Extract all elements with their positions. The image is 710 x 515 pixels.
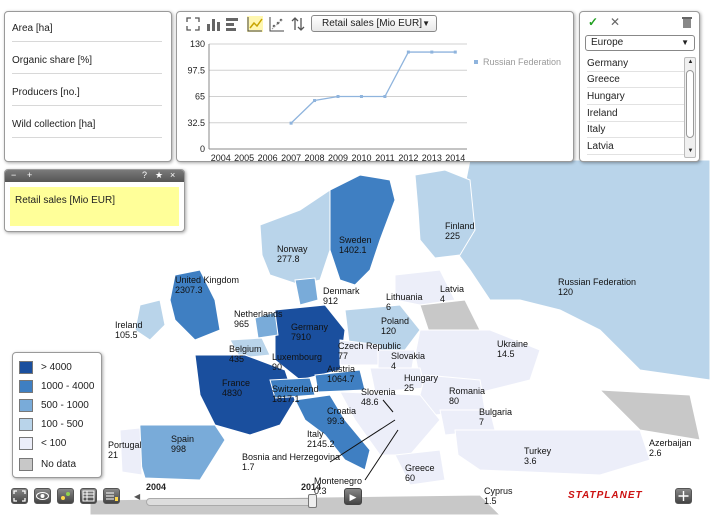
y-tick-label: 32.5 (187, 118, 205, 128)
chevron-down-icon: ▼ (681, 38, 689, 47)
y-tick-label: 130 (190, 39, 205, 49)
map-legend: > 4000 1000 - 4000 500 - 1000 100 - 500 … (12, 352, 102, 478)
region-finland[interactable] (414, 169, 476, 259)
data-point (430, 50, 434, 54)
legend-swatch (19, 437, 33, 450)
indicator-item-wild-collection[interactable]: Wild collection [ha] (12, 110, 162, 138)
help-button[interactable]: ? (142, 170, 147, 180)
legend-swatch (19, 418, 33, 431)
line-chart-icon[interactable] (247, 16, 263, 32)
step-back-button[interactable]: ◀ (134, 492, 144, 506)
x-tick-label: 2007 (281, 153, 301, 162)
region-germany[interactable] (274, 304, 346, 381)
indicator-item-producers[interactable]: Producers [no.] (12, 78, 162, 106)
x-tick-label: 2008 (305, 153, 325, 162)
indicator-dropdown[interactable]: Retail sales [Mio EUR] ▼ (311, 15, 437, 32)
legend-swatch (19, 399, 33, 412)
country-item-latvia[interactable]: Latvia (587, 139, 685, 155)
data-point (453, 50, 457, 54)
x-tick-label: 2005 (234, 153, 254, 162)
time-slider[interactable]: 2004 2014 ◀ ▶ (134, 482, 362, 508)
x-tick-label: 2014 (445, 153, 465, 162)
region-switzerland[interactable] (269, 377, 316, 399)
timeline-end-label: 2014 (301, 482, 322, 492)
data-point (359, 95, 363, 98)
trash-icon[interactable] (681, 16, 693, 32)
timeline-track[interactable] (146, 498, 316, 506)
country-item-italy[interactable]: Italy (587, 122, 685, 138)
minimize-button[interactable]: − (11, 170, 16, 180)
indicator-list-panel: Area [ha] Organic share [%] Producers [n… (4, 11, 172, 162)
country-item-ireland[interactable]: Ireland (587, 106, 685, 122)
scroll-up-icon[interactable]: ▲ (686, 58, 695, 67)
scatter-icon[interactable] (269, 16, 285, 32)
scroll-down-icon[interactable]: ▼ (686, 147, 695, 156)
chevron-down-icon: ▼ (422, 19, 430, 28)
series-line (290, 51, 456, 124)
region-hungary[interactable] (369, 367, 426, 393)
fullscreen-button[interactable] (11, 488, 28, 504)
check-icon[interactable]: ✓ (588, 15, 598, 29)
region-dropdown-value: Europe (591, 37, 624, 48)
region-czech-republic[interactable] (339, 339, 381, 366)
legend-swatch (19, 458, 33, 471)
region-dropdown[interactable]: Europe ▼ (585, 35, 695, 51)
scrollbar-thumb[interactable] (686, 70, 694, 138)
play-button[interactable]: ▶ (344, 488, 362, 505)
view-button[interactable] (34, 488, 51, 504)
line-chart: 032.56597.51302004 2005 2006 2007 2008 2009 20… (187, 39, 561, 162)
close-icon[interactable]: ✕ (610, 15, 620, 29)
sort-icon[interactable] (290, 16, 306, 32)
y-tick-label: 97.5 (187, 65, 205, 75)
country-item-hungary[interactable]: Hungary (587, 89, 685, 105)
indicator-item-area[interactable]: Area [ha] (12, 14, 162, 42)
data-point (313, 99, 317, 103)
selected-indicator-box: − + ? ★ × Retail sales [Mio EUR] (4, 169, 185, 232)
chart-panel: Retail sales [Mio EUR] ▼ 0 32.5 65 97.5 130 2… (176, 11, 574, 162)
country-list-scrollbar[interactable]: ▲ ▼ (684, 57, 696, 158)
region-slovakia[interactable] (377, 349, 416, 369)
legend-swatch (474, 60, 478, 64)
country-item-germany[interactable]: Germany (587, 56, 685, 72)
timeline-start-label: 2004 (146, 482, 167, 492)
zoom-icon[interactable] (185, 16, 201, 32)
table-button[interactable] (80, 488, 97, 504)
x-tick-label: 2006 (258, 153, 278, 162)
data-point (406, 50, 410, 54)
legend-swatch (19, 380, 33, 393)
close-button[interactable]: × (170, 170, 175, 180)
data-point (336, 95, 340, 98)
data-point (289, 121, 293, 125)
horizontal-bar-icon[interactable] (225, 16, 241, 32)
statplanet-logo: STATPLANET (568, 490, 643, 501)
x-tick-label: 2009 (328, 153, 348, 162)
settings-button[interactable] (57, 488, 74, 504)
data-point (383, 95, 387, 98)
country-item-greece[interactable]: Greece (587, 72, 685, 88)
region-turkey[interactable] (454, 429, 651, 476)
x-tick-label: 2011 (375, 153, 394, 162)
legend-label: Russian Federation (483, 57, 561, 67)
indicator-dropdown-value: Retail sales [Mio EUR] (322, 18, 423, 29)
favorite-button[interactable]: ★ (155, 170, 163, 181)
x-tick-label: 2010 (351, 153, 371, 162)
list-button[interactable] (103, 488, 120, 504)
region-portugal[interactable] (119, 427, 143, 476)
x-tick-label: 2012 (398, 153, 418, 162)
selected-indicator-titlebar: − + ? ★ × (5, 170, 184, 182)
selected-indicator-label: Retail sales [Mio EUR] (10, 187, 179, 226)
timeline-handle[interactable] (308, 494, 317, 508)
x-tick-label: 2004 (211, 153, 231, 162)
y-tick-label: 65 (195, 92, 205, 102)
x-tick-label: 2013 (422, 153, 442, 162)
legend-swatch (19, 361, 33, 374)
region-panel: ✓ ✕ Europe ▼ Germany Greece Hungary Irel… (579, 11, 700, 162)
expand-map-button[interactable] (675, 488, 692, 504)
bar-chart-icon[interactable] (205, 16, 221, 32)
y-tick-label: 0 (200, 144, 205, 154)
expand-button[interactable]: + (27, 170, 32, 180)
indicator-item-organic-share[interactable]: Organic share [%] (12, 46, 162, 74)
